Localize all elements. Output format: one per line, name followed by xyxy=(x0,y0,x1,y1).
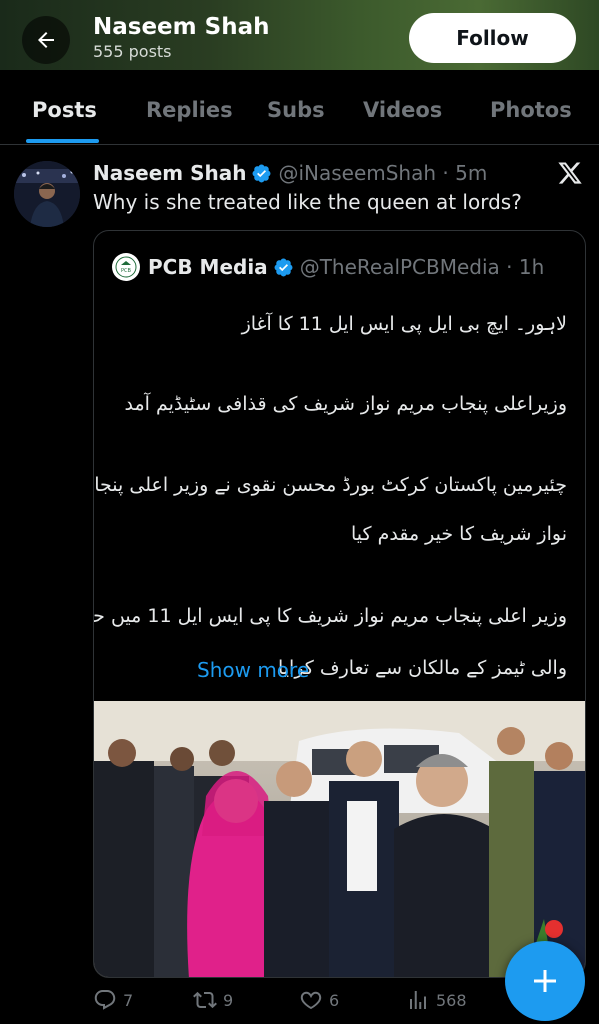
tab-videos[interactable]: Videos xyxy=(363,98,442,122)
repost-count: 9 xyxy=(223,990,234,1010)
quoted-text-line: وزیر اعلی پنجاب مریم نواز شریف کا پی ایس… xyxy=(93,605,567,627)
reply-count: 7 xyxy=(123,990,134,1010)
quoted-text-line: وزیراعلی پنجاب مریم نواز شریف کی قذافی س… xyxy=(124,393,567,415)
views-count: 568 xyxy=(436,990,467,1010)
verified-badge-icon xyxy=(252,164,271,182)
tweet-actions: 7 9 6 568 xyxy=(93,988,533,1016)
quoted-photo[interactable] xyxy=(94,701,585,978)
repost-icon xyxy=(193,991,217,1009)
quoted-text-line: نواز شریف کا خیر مقدم کیا xyxy=(350,523,567,545)
tweet-header: Naseem Shah @iNaseemShah · 5m xyxy=(93,160,487,186)
tab-subs[interactable]: Subs xyxy=(267,98,325,122)
avatar[interactable] xyxy=(14,161,80,227)
follow-button[interactable]: Follow xyxy=(409,13,576,63)
reply-icon xyxy=(94,990,116,1010)
tab-photos[interactable]: Photos xyxy=(490,98,572,122)
profile-tabs: Posts Replies Subs Videos Photos xyxy=(0,70,599,145)
views-chart-icon xyxy=(410,991,426,1009)
tab-replies[interactable]: Replies xyxy=(146,98,233,122)
quoted-author-handle-time: @TheRealPCBMedia · 1h xyxy=(299,255,545,279)
svg-text:PCB: PCB xyxy=(121,268,132,274)
arrow-left-icon xyxy=(38,32,54,48)
views-button[interactable]: 568 xyxy=(406,988,467,1012)
tweet-text: Why is she treated like the queen at lor… xyxy=(93,190,522,214)
like-button[interactable]: 6 xyxy=(299,988,339,1012)
quoted-text-line: لاہور۔ ایچ بی ایل پی ایس ایل 11 کا آغاز xyxy=(241,313,567,335)
show-more-link[interactable]: Show more xyxy=(197,658,309,682)
verified-badge-icon xyxy=(274,258,293,276)
tab-posts[interactable]: Posts xyxy=(32,98,97,122)
quoted-text-line: چئیرمین پاکستان کرکٹ بورڈ محسن نقوی نے و… xyxy=(94,474,567,496)
repost-button[interactable]: 9 xyxy=(193,988,233,1012)
x-logo-icon[interactable] xyxy=(557,160,583,186)
posts-count: 555 posts xyxy=(93,42,172,61)
profile-photo xyxy=(14,161,80,227)
compose-button[interactable] xyxy=(505,941,585,1021)
active-tab-indicator xyxy=(26,139,99,143)
profile-name: Naseem Shah xyxy=(93,14,270,40)
heart-icon xyxy=(300,991,322,1009)
profile-header: Naseem Shah 555 posts Follow xyxy=(0,0,599,70)
like-count: 6 xyxy=(329,990,340,1010)
plus-icon xyxy=(534,970,556,992)
author-name[interactable]: Naseem Shah xyxy=(93,161,246,185)
quoted-tweet[interactable]: PCB PCB Media @TheRealPCBMedia · 1h لاہو… xyxy=(93,230,586,978)
quoted-author-name[interactable]: PCB Media xyxy=(148,255,268,279)
quoted-tweet-header: PCB PCB Media @TheRealPCBMedia · 1h xyxy=(112,253,544,281)
back-button[interactable] xyxy=(22,16,70,64)
quoted-text-line: والی ٹیمز کے مالکان سے تعارف کرایا xyxy=(277,657,567,679)
pcb-logo-icon: PCB xyxy=(112,253,140,281)
reply-button[interactable]: 7 xyxy=(93,988,133,1012)
author-handle-time[interactable]: @iNaseemShah · 5m xyxy=(278,161,487,185)
